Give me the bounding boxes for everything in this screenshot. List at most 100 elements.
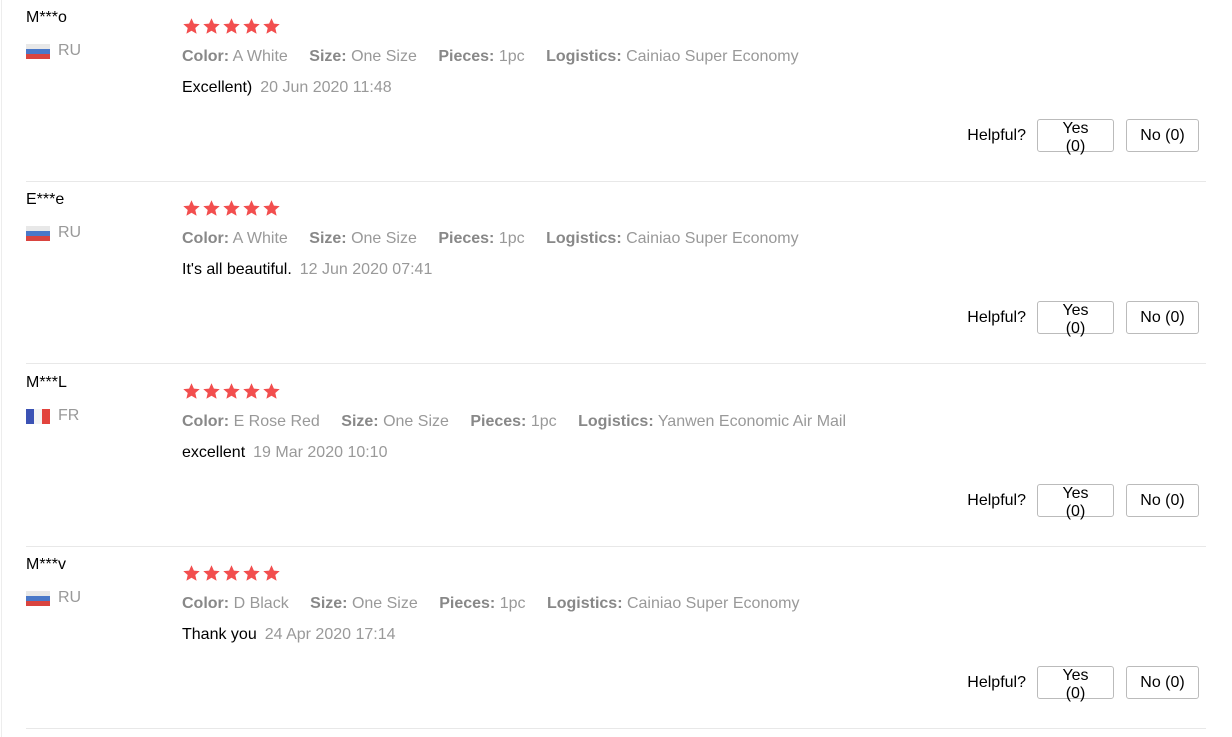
reviewer-country: FR (26, 406, 79, 426)
attr-color: Color: D Black (182, 594, 289, 614)
star-rating (182, 199, 281, 218)
star-icon (242, 382, 261, 401)
helpful-yes-button[interactable]: Yes (0) (1037, 119, 1114, 155)
attr-pieces-key: Pieces: (439, 595, 496, 612)
helpful-vote: Helpful? Yes (0) No (0) (967, 484, 1199, 520)
reviewer-name: M***o (26, 9, 67, 26)
helpful-yes-button[interactable]: Yes (0) (1037, 301, 1114, 337)
helpful-no-button[interactable]: No (0) (1126, 119, 1199, 152)
attr-pieces-value: 1pc (530, 413, 557, 430)
reviewer-name: M***v (26, 556, 67, 573)
star-icon (242, 199, 261, 218)
star-icon (262, 199, 281, 218)
reviewer-country: RU (26, 588, 81, 608)
attr-logistics-value: Cainiao Super Economy (626, 230, 799, 247)
attr-pieces: Pieces: 1pc (439, 594, 525, 614)
star-icon (182, 199, 201, 218)
attr-pieces-value: 1pc (499, 595, 526, 612)
helpful-label: Helpful? (967, 308, 1026, 326)
attr-logistics-value: Yanwen Economic Air Mail (657, 413, 847, 430)
attr-pieces: Pieces: 1pc (438, 229, 524, 249)
review-comment: excellent 19 Mar 2020 10:10 (182, 443, 387, 463)
helpful-no-button[interactable]: No (0) (1126, 301, 1199, 334)
attr-size-value: One Size (351, 230, 417, 247)
attr-pieces: Pieces: 1pc (438, 47, 524, 67)
comment-text: Excellent) (182, 79, 253, 96)
attr-size: Size: One Size (341, 412, 449, 432)
russia-flag-icon (26, 225, 50, 241)
attr-pieces-key: Pieces: (470, 413, 527, 430)
attr-pieces-key: Pieces: (438, 230, 495, 247)
order-attributes: Color: A White Size: One Size Pieces: 1p… (182, 229, 816, 249)
star-rating (182, 564, 281, 583)
attr-color-key: Color: (182, 595, 230, 612)
star-rating (182, 17, 281, 36)
attr-color-value: D Black (233, 595, 289, 612)
attr-size-key: Size: (309, 48, 347, 65)
attr-size-key: Size: (309, 230, 347, 247)
helpful-vote: Helpful? Yes (0) No (0) (967, 301, 1199, 337)
comment-text: It's all beautiful. (182, 261, 292, 278)
attr-logistics: Logistics: Cainiao Super Economy (547, 594, 800, 614)
attr-color-key: Color: (182, 48, 230, 65)
star-icon (182, 564, 201, 583)
comment-text: Thank you (182, 626, 257, 643)
comment-date: 19 Mar 2020 10:10 (253, 444, 388, 461)
helpful-label: Helpful? (967, 673, 1026, 691)
star-icon (242, 17, 261, 36)
helpful-yes-button[interactable]: Yes (0) (1037, 666, 1114, 702)
star-icon (202, 382, 221, 401)
review-item: M***L FR Color: E Rose Red Size: One Siz… (26, 365, 1206, 547)
star-icon (202, 199, 221, 218)
attr-logistics-key: Logistics: (546, 48, 622, 65)
comment-text: excellent (182, 444, 246, 461)
russia-flag-icon (26, 590, 50, 606)
attr-logistics: Logistics: Yanwen Economic Air Mail (578, 412, 846, 432)
attr-color-key: Color: (182, 413, 230, 430)
helpful-no-button[interactable]: No (0) (1126, 484, 1199, 517)
left-divider (1, 0, 2, 737)
star-icon (202, 564, 221, 583)
attr-color-key: Color: (182, 230, 230, 247)
country-code: FR (58, 407, 80, 424)
star-icon (202, 17, 221, 36)
star-icon (222, 382, 241, 401)
star-icon (262, 17, 281, 36)
comment-date: 12 Jun 2020 07:41 (299, 261, 433, 278)
review-comment: Thank you 24 Apr 2020 17:14 (182, 625, 396, 645)
attr-logistics-value: Cainiao Super Economy (626, 595, 800, 612)
review-comment: Excellent) 20 Jun 2020 11:48 (182, 78, 392, 98)
attr-logistics: Logistics: Cainiao Super Economy (546, 229, 799, 249)
star-icon (262, 564, 281, 583)
attr-logistics-key: Logistics: (546, 595, 623, 612)
attr-color: Color: A White (182, 47, 288, 67)
country-code: RU (58, 42, 82, 59)
attr-pieces-value: 1pc (498, 48, 525, 65)
comment-date: 24 Apr 2020 17:14 (264, 626, 396, 643)
helpful-yes-button[interactable]: Yes (0) (1037, 484, 1114, 520)
star-icon (222, 17, 241, 36)
star-icon (182, 382, 201, 401)
reviewer-name: M***L (26, 374, 67, 391)
attr-pieces: Pieces: 1pc (470, 412, 556, 432)
attr-size-value: One Size (351, 48, 417, 65)
attr-logistics-value: Cainiao Super Economy (626, 48, 799, 65)
comment-date: 20 Jun 2020 11:48 (260, 79, 392, 96)
star-icon (222, 564, 241, 583)
attr-logistics-key: Logistics: (578, 413, 654, 430)
helpful-label: Helpful? (967, 491, 1026, 509)
reviews-page: M***o RU Color: A White Size: One Size P… (0, 0, 1232, 737)
star-rating (182, 382, 281, 401)
star-icon (222, 199, 241, 218)
attr-size-key: Size: (341, 413, 379, 430)
attr-pieces-key: Pieces: (438, 48, 495, 65)
attr-size-value: One Size (383, 413, 449, 430)
attr-pieces-value: 1pc (498, 230, 525, 247)
attr-size: Size: One Size (309, 229, 417, 249)
attr-color: Color: E Rose Red (182, 412, 320, 432)
attr-size-value: One Size (351, 595, 418, 612)
helpful-no-button[interactable]: No (0) (1126, 666, 1199, 699)
review-item: E***e RU Color: A White Size: One Size P… (26, 182, 1206, 364)
star-icon (262, 382, 281, 401)
attr-size-key: Size: (310, 595, 348, 612)
